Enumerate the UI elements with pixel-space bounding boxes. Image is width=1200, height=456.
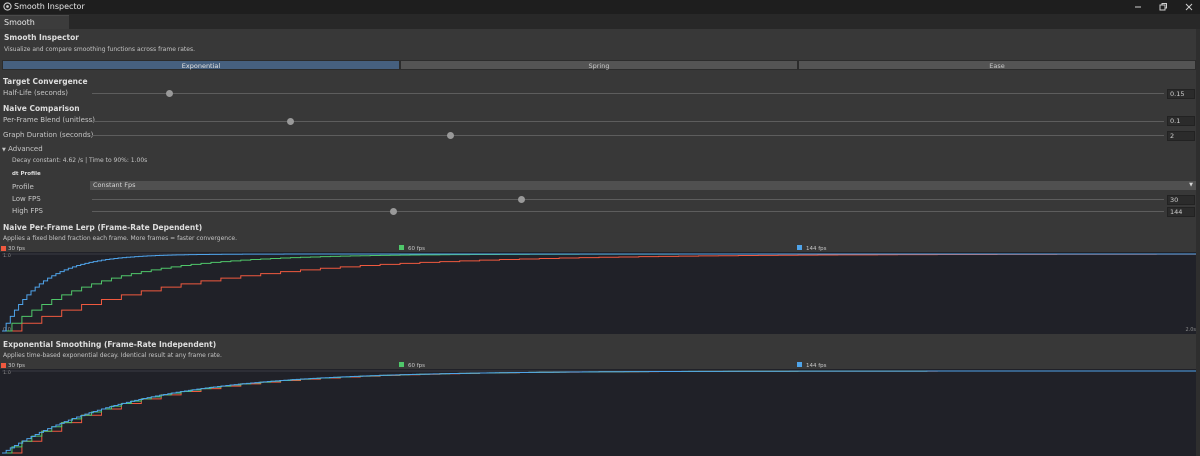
half-life-label: Half-Life (seconds) xyxy=(3,89,69,97)
legend2-swatch-60fps xyxy=(399,362,404,367)
low-fps-slider-knob[interactable] xyxy=(518,196,525,203)
target-convergence-heading: Target Convergence xyxy=(3,77,88,86)
high-fps-field[interactable]: 144 xyxy=(1167,207,1195,217)
decay-info: Decay constant: 4.62 /s | Time to 90%: 1… xyxy=(12,157,148,164)
legend-swatch-144fps xyxy=(797,245,802,250)
blend-label: Per-Frame Blend (unitless) xyxy=(3,116,95,124)
scrollbar[interactable] xyxy=(1196,29,1200,456)
profile-value: Constant Fps xyxy=(93,181,136,189)
naive-comparison-heading: Naive Comparison xyxy=(3,104,80,113)
duration-label: Graph Duration (seconds) xyxy=(3,131,94,139)
profile-dropdown[interactable]: Constant Fps ▼ xyxy=(90,181,1196,190)
low-fps-label: Low FPS xyxy=(12,195,41,203)
app-logo-icon xyxy=(3,2,12,11)
legend2-swatch-30fps xyxy=(1,363,6,368)
high-fps-label: High FPS xyxy=(12,207,44,215)
minimize-icon[interactable] xyxy=(1133,2,1143,12)
graph1-svg xyxy=(2,253,1197,332)
tab-strip: Smooth Inspector xyxy=(0,14,1200,41)
low-fps-slider-track[interactable] xyxy=(92,199,1164,200)
low-fps-field[interactable]: 30 xyxy=(1167,195,1195,205)
legend-swatch-60fps xyxy=(399,245,404,250)
series-line-144-fps xyxy=(2,370,1196,454)
graph2-subtitle: Applies time-based exponential decay. Id… xyxy=(3,352,222,359)
legend-swatch-30fps xyxy=(1,246,6,251)
title-bar: Smooth Inspector xyxy=(0,0,1200,14)
mode-tabs: Exponential Spring Ease xyxy=(2,60,1196,70)
advanced-foldout[interactable]: ▼ Advanced xyxy=(2,145,43,153)
tab-exponential[interactable]: Exponential xyxy=(2,60,400,70)
graph2-title: Exponential Smoothing (Frame-Rate Indepe… xyxy=(3,340,217,349)
tab-ease[interactable]: Ease xyxy=(798,60,1196,70)
legend2-swatch-144fps xyxy=(797,362,802,367)
duration-slider-track[interactable] xyxy=(92,135,1164,136)
advanced-label: Advanced xyxy=(8,145,43,153)
page-subtitle: Visualize and compare smoothing function… xyxy=(4,46,196,53)
tab-smooth-inspector[interactable]: Smooth Inspector xyxy=(0,15,69,41)
series-line-60-fps xyxy=(2,253,1196,332)
foldout-arrow-icon: ▼ xyxy=(2,147,6,153)
graph1-subtitle: Applies a fixed blend fraction each fram… xyxy=(3,235,237,242)
window-title: Smooth Inspector xyxy=(14,2,85,11)
page-title: Smooth Inspector xyxy=(4,33,79,42)
half-life-field[interactable]: 0.15 xyxy=(1167,89,1195,99)
graph2-plot: 30 fps 60 fps 144 fps 1.0 xyxy=(0,362,1200,456)
high-fps-slider-track[interactable] xyxy=(92,211,1164,212)
chevron-down-icon: ▼ xyxy=(1189,182,1193,188)
half-life-slider-knob[interactable] xyxy=(166,90,173,97)
restore-icon[interactable] xyxy=(1158,2,1168,12)
dt-profile-heading: dt Profile xyxy=(12,171,41,177)
blend-slider-knob[interactable] xyxy=(287,118,294,125)
half-life-slider-track[interactable] xyxy=(92,93,1164,94)
graph2-svg xyxy=(2,370,1196,454)
duration-slider-knob[interactable] xyxy=(447,132,454,139)
series-line-60-fps xyxy=(2,370,1196,454)
blend-slider-track[interactable] xyxy=(92,121,1164,122)
graph1-title: Naive Per-Frame Lerp (Frame-Rate Depende… xyxy=(3,223,203,232)
close-icon[interactable] xyxy=(1184,2,1194,12)
graph1-plot: 30 fps 60 fps 144 fps 1.0 0.0 2.0s xyxy=(0,245,1200,334)
tab-spring[interactable]: Spring xyxy=(400,60,798,70)
duration-field[interactable]: 2 xyxy=(1167,131,1195,141)
profile-label: Profile xyxy=(12,183,34,191)
blend-field[interactable]: 0.1 xyxy=(1167,116,1195,126)
high-fps-slider-knob[interactable] xyxy=(390,208,397,215)
series-line-30-fps xyxy=(2,370,1196,454)
